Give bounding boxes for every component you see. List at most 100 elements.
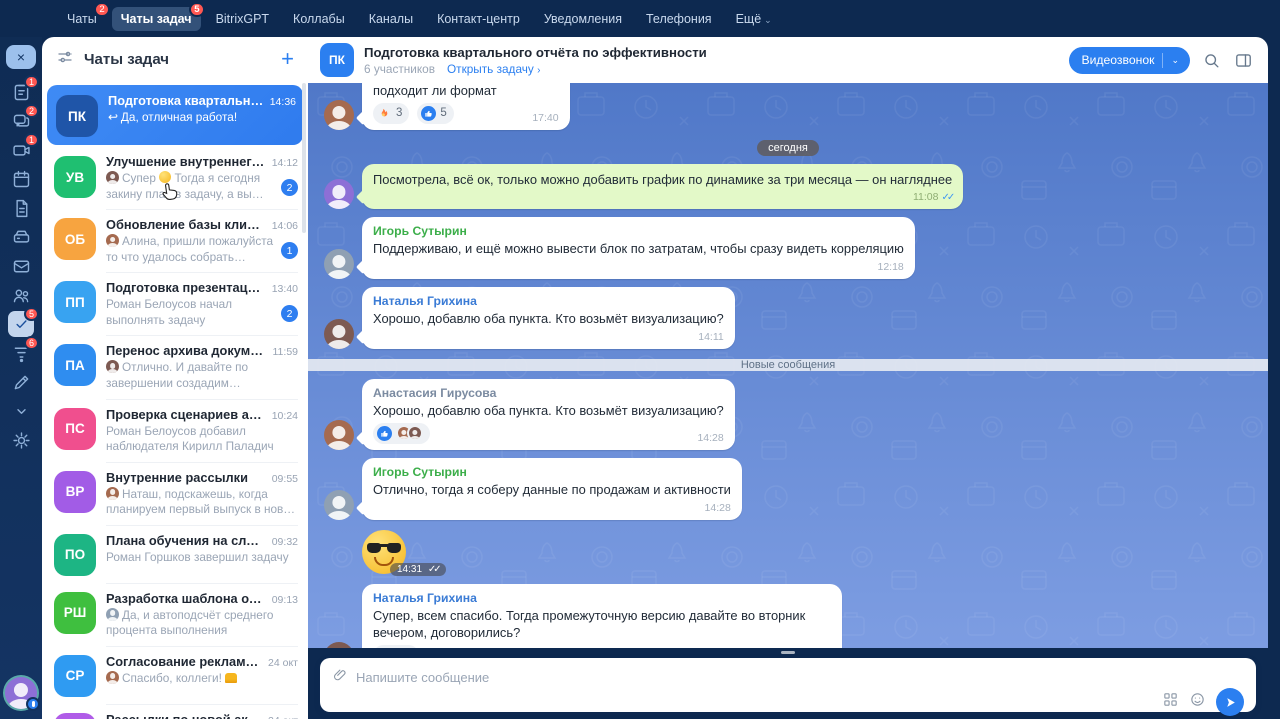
- filter-icon[interactable]: [56, 48, 74, 71]
- message-row: выгрузила основу, посмотрите, подходит л…: [324, 83, 1252, 130]
- chat-list-item[interactable]: РПРассылки по новой акции24 окт↩Тогда к …: [42, 704, 308, 719]
- message-sender-avatar[interactable]: [324, 249, 354, 279]
- nav-item-контакт-центр[interactable]: Контакт-центр: [428, 7, 529, 31]
- chat-list-item[interactable]: ПОПлана обучения на следующий к...09:32Р…: [42, 525, 308, 583]
- people-icon[interactable]: [8, 282, 34, 308]
- message-sender-avatar[interactable]: [324, 490, 354, 520]
- chat-list-scrollbar[interactable]: [302, 83, 306, 233]
- chat-item-time: 11:59: [273, 346, 299, 358]
- messenger-icon[interactable]: 5: [8, 311, 34, 337]
- chats-icon[interactable]: 2: [8, 108, 34, 134]
- nav-item-label: Коллабы: [293, 12, 345, 26]
- reaction-pill[interactable]: 5: [417, 103, 453, 124]
- chat-item-title: Перенос архива документов: [106, 343, 267, 358]
- chat-header: ПК Подготовка квартального отчёта по эфф…: [308, 37, 1268, 83]
- settings-icon[interactable]: [8, 427, 34, 453]
- chat-list-item[interactable]: ПАПеренос архива документов11:59Отлично.…: [42, 335, 308, 398]
- reaction-avatars: [396, 425, 423, 441]
- chat-item-avatar: РП: [54, 713, 96, 719]
- search-icon[interactable]: [1200, 49, 1222, 71]
- mail-icon[interactable]: [8, 253, 34, 279]
- nav-item-чаты[interactable]: Чаты2: [58, 7, 106, 31]
- chat-item-time: 14:12: [272, 157, 298, 169]
- message-input[interactable]: Напишите сообщение: [356, 670, 489, 685]
- user-avatar[interactable]: [5, 677, 37, 709]
- chat-item-last-message: Отлично. И давайте по завершении создади…: [106, 360, 298, 391]
- nav-item-label: Уведомления: [544, 12, 622, 26]
- nav-item-телефония[interactable]: Телефония: [637, 7, 721, 31]
- chat-item-title: Подготовка презентации для пар...: [106, 280, 266, 295]
- chat-item-last-message: Роман Белоусов начал выполнять задачу: [106, 297, 275, 328]
- message-text: Отлично, тогда я соберу данные по продаж…: [373, 481, 731, 499]
- side-panel-icon[interactable]: [1232, 49, 1254, 71]
- message-bubble: Анастасия ГирусоваХорошо, добавлю оба пу…: [362, 379, 735, 450]
- attach-icon[interactable]: [332, 667, 348, 688]
- reaction-pill[interactable]: [373, 423, 430, 444]
- unread-count-badge: 2: [281, 305, 298, 322]
- chevron-right-icon: ›: [537, 65, 540, 76]
- chat-list-item[interactable]: ВРВнутренние рассылки09:55Наташ, подскаж…: [42, 462, 308, 525]
- emoji-icon[interactable]: [1189, 691, 1206, 713]
- reaction-count: 3: [396, 107, 402, 119]
- video-icon[interactable]: 1: [8, 137, 34, 163]
- message-sender-name[interactable]: Анастасия Гирусова: [373, 386, 724, 400]
- message-sender-avatar[interactable]: [324, 420, 354, 450]
- video-call-button[interactable]: Видеозвонок⌄: [1069, 47, 1190, 74]
- chat-item-time: 09:55: [272, 473, 298, 485]
- nav-item-label: BitrixGPT: [216, 12, 269, 26]
- nav-item-label: Ещё: [736, 12, 762, 26]
- create-chat-button[interactable]: +: [281, 48, 294, 70]
- chat-item-time: 09:13: [272, 594, 298, 606]
- message-sender-name[interactable]: Наталья Грихина: [373, 294, 724, 308]
- wink-emoji: [159, 171, 171, 183]
- message-bubble: Наталья Грихина Супер, всем спасибо. Тогд…: [362, 584, 842, 648]
- message-sender-name[interactable]: Игорь Сутырин: [373, 465, 731, 479]
- open-task-link[interactable]: Открыть задачу ›: [447, 62, 540, 76]
- nav-item-bitrixgpt[interactable]: BitrixGPT: [207, 7, 278, 31]
- nav-item-ещё[interactable]: Ещё⌄: [727, 7, 781, 31]
- message-sender-avatar[interactable]: [324, 100, 354, 130]
- top-nav: Чаты2Чаты задач5 BitrixGPT Коллабы КаналыКо…: [0, 0, 1280, 37]
- apps-grid-icon[interactable]: [1162, 691, 1179, 713]
- message-text: Супер, всем спасибо. Тогда промежуточную…: [373, 607, 831, 643]
- unread-badge: 2: [94, 2, 109, 17]
- message-text: выгрузила основу, посмотрите, подходит л…: [373, 83, 559, 100]
- chat-item-last-message: Спасибо, коллеги!: [106, 671, 298, 687]
- message-composer[interactable]: Напишите сообщение: [320, 658, 1256, 712]
- chat-item-last-message: Роман Белоусов добавил наблюдателя Кирил…: [106, 424, 298, 455]
- crm-funnel-icon[interactable]: 6: [8, 340, 34, 366]
- chat-item-last-message: Наташ, подскажешь, когда планируем первы…: [106, 487, 298, 518]
- composer-resize-handle[interactable]: [781, 651, 795, 654]
- chat-list-item[interactable]: УВУлучшение внутреннего онборди...14:12С…: [42, 147, 308, 209]
- tasks-icon[interactable]: 1: [8, 79, 34, 105]
- chevron-down-icon[interactable]: [8, 398, 34, 424]
- reaction-pill[interactable]: 3: [373, 103, 409, 124]
- chat-list-item[interactable]: РШРазработка шаблона отчёта по п...09:13…: [42, 583, 308, 646]
- chat-area: ПК Подготовка квартального отчёта по эфф…: [308, 37, 1268, 719]
- chat-list-item[interactable]: ОБОбновление базы клиентов14:06Алина, пр…: [42, 209, 308, 272]
- chat-list-item[interactable]: ПСПроверка сценариев автоматиче...10:24Р…: [42, 399, 308, 462]
- nav-item-чаты-задач[interactable]: Чаты задач5: [112, 7, 201, 31]
- chat-item-title: Согласование рекламного мак...: [106, 654, 262, 669]
- calendar-icon[interactable]: [8, 166, 34, 192]
- chat-list-item[interactable]: ПКПодготовка квартального отчёта...14:36…: [47, 85, 303, 145]
- collapse-rail-button[interactable]: ×: [6, 45, 36, 69]
- emoji-message: 14:31 ✓✓: [362, 530, 408, 574]
- drive-icon[interactable]: [8, 224, 34, 250]
- nav-item-каналы[interactable]: Каналы: [360, 7, 422, 31]
- sign-icon[interactable]: [8, 369, 34, 395]
- document-icon[interactable]: [8, 195, 34, 221]
- message-sender-name[interactable]: Наталья Грихина: [373, 591, 831, 605]
- message-sender-name[interactable]: Игорь Сутырин: [373, 224, 904, 238]
- message-sender-avatar[interactable]: [324, 319, 354, 349]
- chat-item-time: 13:40: [272, 283, 298, 295]
- chat-item-avatar: ВР: [54, 471, 96, 513]
- message-sender-avatar[interactable]: [324, 179, 354, 209]
- message-bubble: Посмотрела, всё ок, только можно добавит…: [362, 164, 963, 210]
- chat-list-item[interactable]: ПППодготовка презентации для пар...13:40…: [42, 272, 308, 335]
- chat-list-item[interactable]: СРСогласование рекламного мак...24 октСп…: [42, 646, 308, 704]
- message-row: Игорь СутыринПоддерживаю, и ещё можно вы…: [324, 217, 1252, 279]
- nav-item-уведомления[interactable]: Уведомления: [535, 7, 631, 31]
- send-button[interactable]: [1216, 688, 1244, 716]
- nav-item-коллабы[interactable]: Коллабы: [284, 7, 354, 31]
